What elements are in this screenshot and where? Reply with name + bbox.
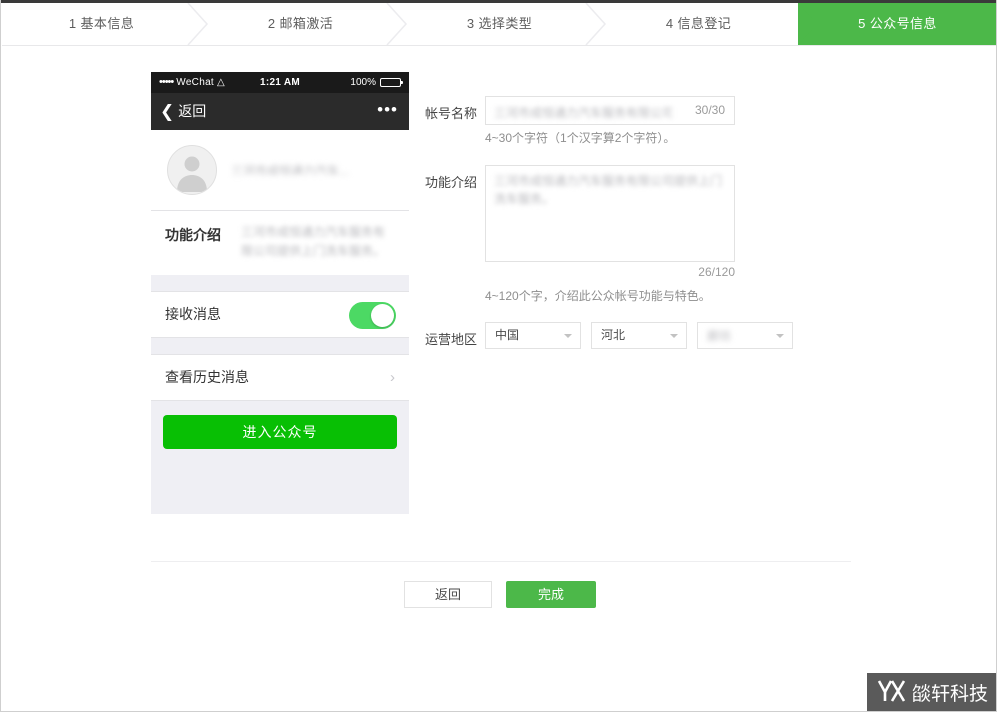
phone-section-gap-2 — [151, 338, 409, 354]
account-name-hint: 4~30个字符（1个汉字算2个字符）。 — [485, 129, 675, 146]
region-province-select[interactable]: 河北 — [591, 322, 687, 349]
region-country-value: 中国 — [495, 323, 519, 348]
phone-history-row[interactable]: 查看历史消息 › — [151, 354, 409, 401]
chevron-right-icon: › — [390, 355, 395, 400]
chevron-down-icon — [564, 334, 572, 338]
phone-receive-messages-label: 接收消息 — [165, 292, 221, 337]
step-item-5-active[interactable]: 5 公众号信息 — [798, 3, 997, 45]
chevron-down-icon — [670, 334, 678, 338]
phone-nav-bar: ❮ 返回 ••• — [151, 93, 409, 130]
receive-messages-toggle[interactable] — [349, 302, 396, 329]
region-province-value: 河北 — [601, 323, 625, 348]
step-item-2[interactable]: 2 邮箱激活 — [201, 3, 400, 45]
phone-body: 三河市成恒通力汽车... 功能介绍 三河市成恒通力汽车服务有限公司提供上门洗车服… — [151, 130, 409, 449]
enter-official-account-button[interactable]: 进入公众号 — [163, 415, 397, 449]
phone-back-label: 返回 — [178, 93, 206, 130]
intro-textarea[interactable]: 三河市成恒通力汽车服务有限公司提供上门洗车服务。 — [485, 165, 735, 262]
phone-receive-messages-row: 接收消息 — [151, 291, 409, 338]
status-bar-right: 100% — [350, 72, 401, 93]
region-city-select[interactable]: 廊坊 — [697, 322, 793, 349]
battery-icon — [380, 78, 401, 87]
watermark-text: 燄轩科技 — [912, 679, 988, 706]
phone-preview: •••••WeChat△ 1:21 AM 100% ❮ 返回 ••• — [151, 72, 409, 514]
step-item-3[interactable]: 3 选择类型 — [400, 3, 599, 45]
phone-back-button[interactable]: ❮ 返回 — [160, 93, 206, 130]
phone-account-name: 三河市成恒通力汽车... — [231, 162, 381, 175]
intro-label: 功能介绍 — [421, 172, 477, 191]
account-name-value: 三河市成恒通力汽车服务有限公司 — [494, 104, 672, 118]
account-name-counter: 30/30 — [695, 97, 725, 124]
phone-enter-button-wrap: 进入公众号 — [151, 401, 409, 449]
user-avatar-placeholder-icon — [167, 145, 217, 195]
phone-profile-row: 三河市成恒通力汽车... — [151, 130, 409, 211]
intro-counter: 26/120 — [485, 265, 735, 279]
step-item-1[interactable]: 1 基本信息 — [2, 3, 201, 45]
watermark: 燄轩科技 — [867, 673, 996, 711]
yx-logo-icon — [877, 678, 907, 707]
page-root: 1 基本信息 2 邮箱激活 3 选择类型 4 信息登记 5 公众号信息 ••••… — [0, 0, 997, 712]
account-name-input[interactable]: 三河市成恒通力汽车服务有限公司 30/30 — [485, 96, 735, 125]
phone-intro-row: 功能介绍 三河市成恒通力汽车服务有限公司提供上门洗车服务。 — [151, 211, 409, 275]
ellipsis-icon[interactable]: ••• — [377, 93, 398, 130]
footer-divider — [151, 561, 851, 562]
phone-section-gap-1 — [151, 275, 409, 291]
step-item-4[interactable]: 4 信息登记 — [599, 3, 798, 45]
chevron-left-icon: ❮ — [160, 103, 174, 120]
intro-hint: 4~120个字，介绍此公众帐号功能与特色。 — [485, 287, 711, 304]
chevron-down-icon — [776, 334, 784, 338]
region-city-value: 廊坊 — [707, 330, 741, 342]
phone-history-label: 查看历史消息 — [165, 355, 249, 400]
region-country-select[interactable]: 中国 — [485, 322, 581, 349]
phone-intro-label: 功能介绍 — [165, 225, 221, 245]
region-label: 运营地区 — [421, 329, 477, 348]
intro-value: 三河市成恒通力汽车服务有限公司提供上门洗车服务。 — [494, 172, 722, 208]
phone-status-bar: •••••WeChat△ 1:21 AM 100% — [151, 72, 409, 93]
done-button[interactable]: 完成 — [506, 581, 596, 608]
back-button[interactable]: 返回 — [404, 581, 492, 608]
toggle-knob — [371, 304, 394, 327]
battery-percent-label: 100% — [350, 72, 376, 93]
account-name-label: 帐号名称 — [421, 103, 477, 122]
step-progress-bar: 1 基本信息 2 邮箱激活 3 选择类型 4 信息登记 5 公众号信息 — [2, 3, 997, 46]
phone-intro-text: 三河市成恒通力汽车服务有限公司提供上门洗车服务。 — [241, 223, 395, 261]
